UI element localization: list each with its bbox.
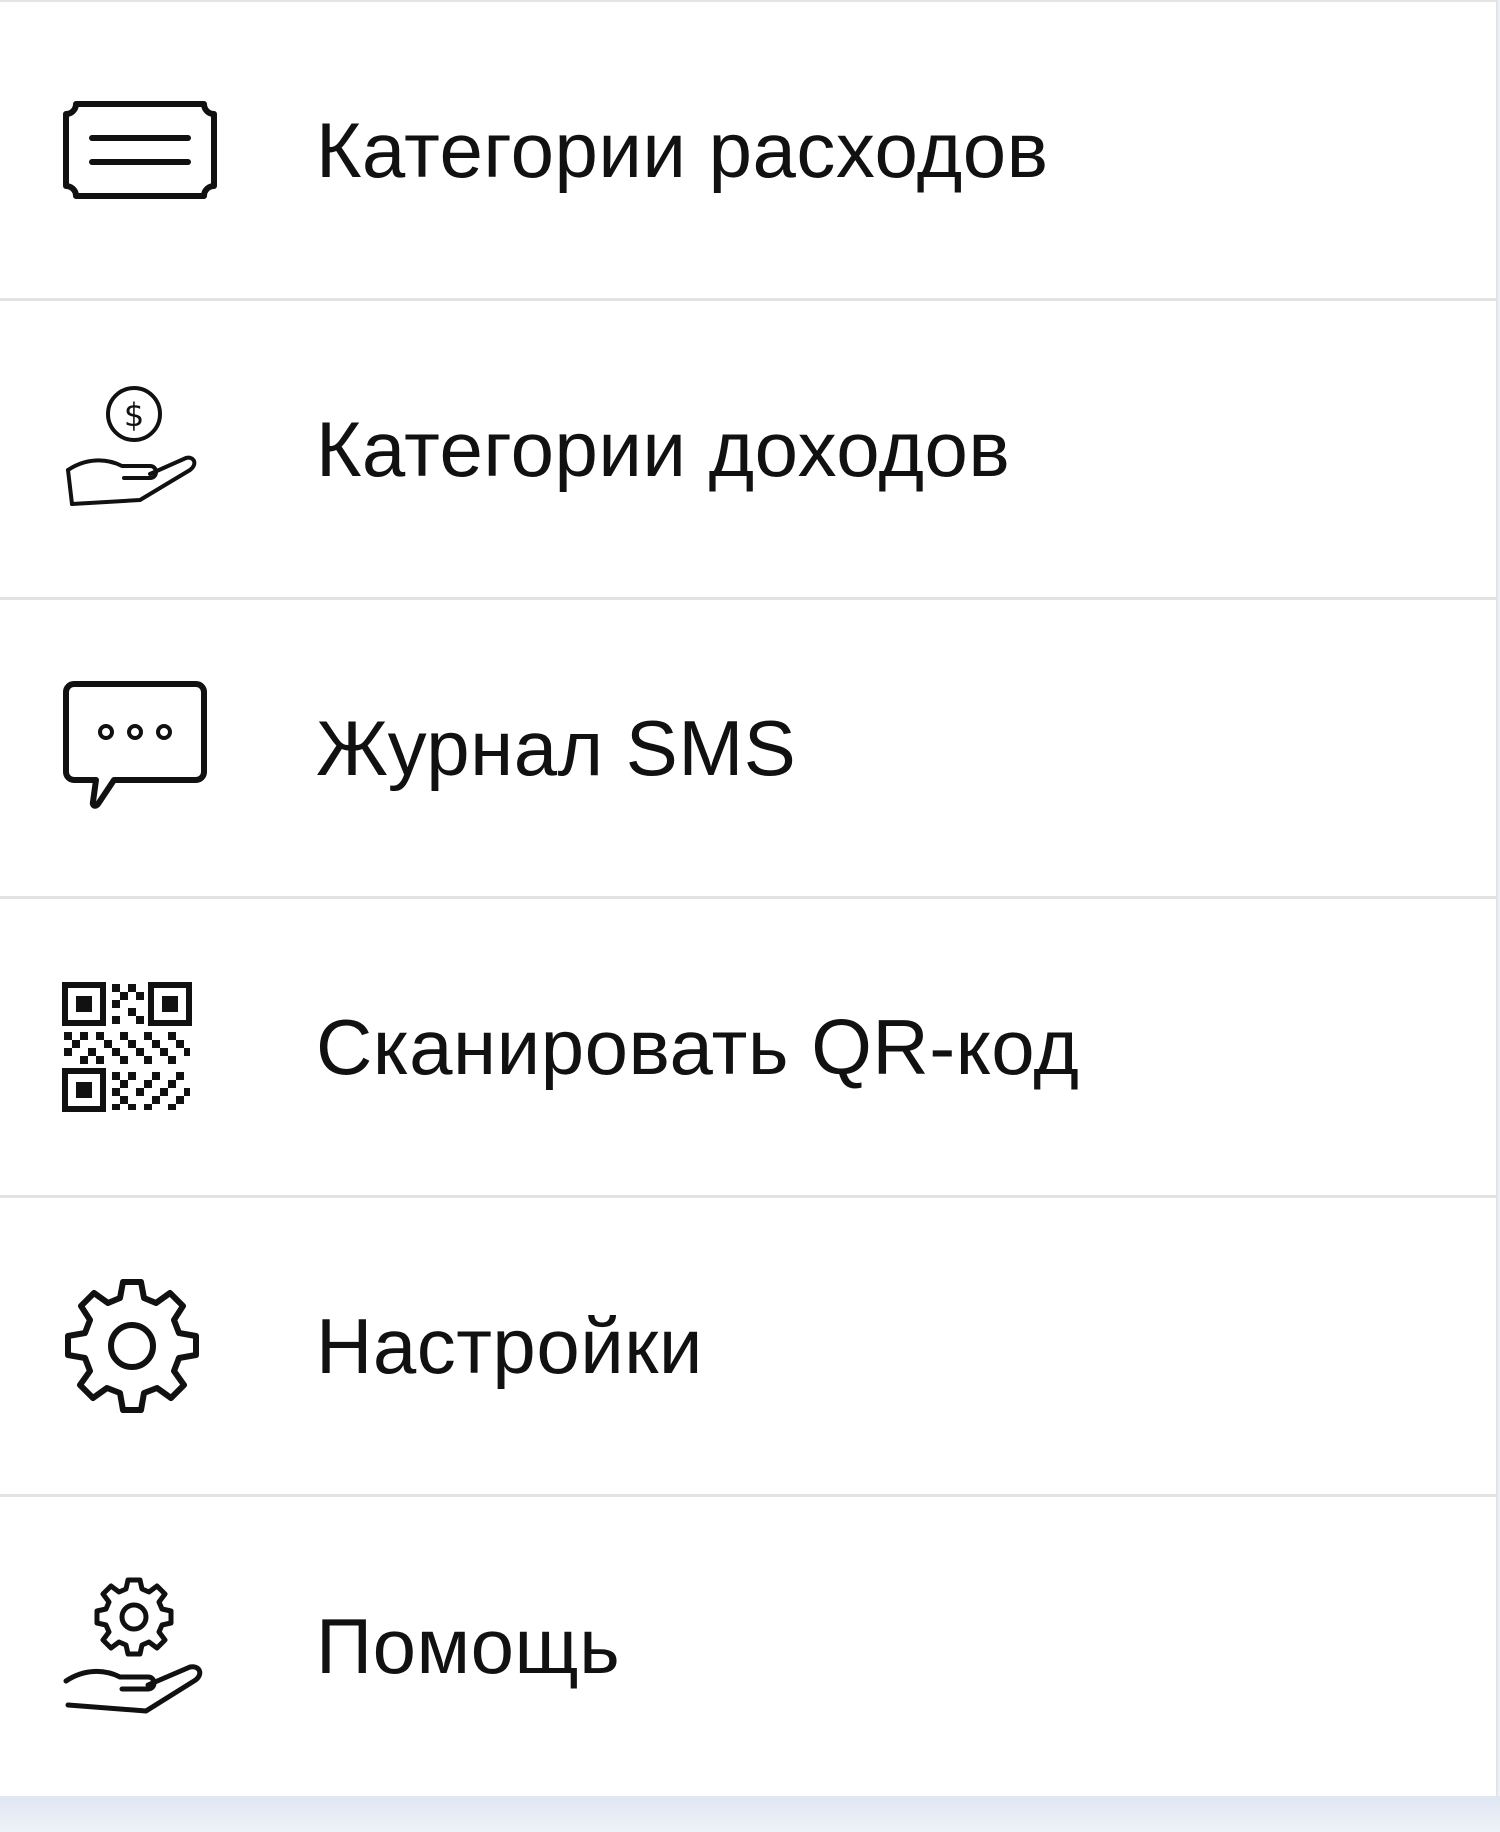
side-menu: Категории расходов $ Категории доходов Ж… xyxy=(0,0,1498,1796)
menu-item-income-categories[interactable]: $ Категории доходов xyxy=(0,301,1496,600)
menu-item-label: Помощь xyxy=(316,1602,621,1690)
menu-item-scan-qr[interactable]: Сканировать QR-код xyxy=(0,899,1496,1198)
menu-item-help[interactable]: Помощь xyxy=(0,1497,1496,1796)
menu-item-label: Журнал SMS xyxy=(316,703,797,792)
menu-item-settings[interactable]: Настройки xyxy=(0,1198,1496,1497)
menu-item-label: Сканировать QR-код xyxy=(316,1002,1080,1091)
qr-code-icon xyxy=(62,977,222,1117)
gear-hand-icon xyxy=(62,1577,222,1717)
bottom-shadow xyxy=(0,1796,1500,1832)
ticket-list-icon xyxy=(62,80,222,220)
gear-icon xyxy=(62,1276,222,1416)
menu-item-label: Категории расходов xyxy=(316,105,1049,194)
menu-item-label: Категории доходов xyxy=(316,404,1011,493)
menu-item-sms-journal[interactable]: Журнал SMS xyxy=(0,600,1496,899)
menu-item-expense-categories[interactable]: Категории расходов xyxy=(0,2,1496,301)
menu-item-label: Настройки xyxy=(316,1301,703,1390)
svg-text:$: $ xyxy=(124,396,144,434)
chat-bubble-icon xyxy=(62,678,222,818)
coin-hand-icon: $ xyxy=(62,379,222,519)
